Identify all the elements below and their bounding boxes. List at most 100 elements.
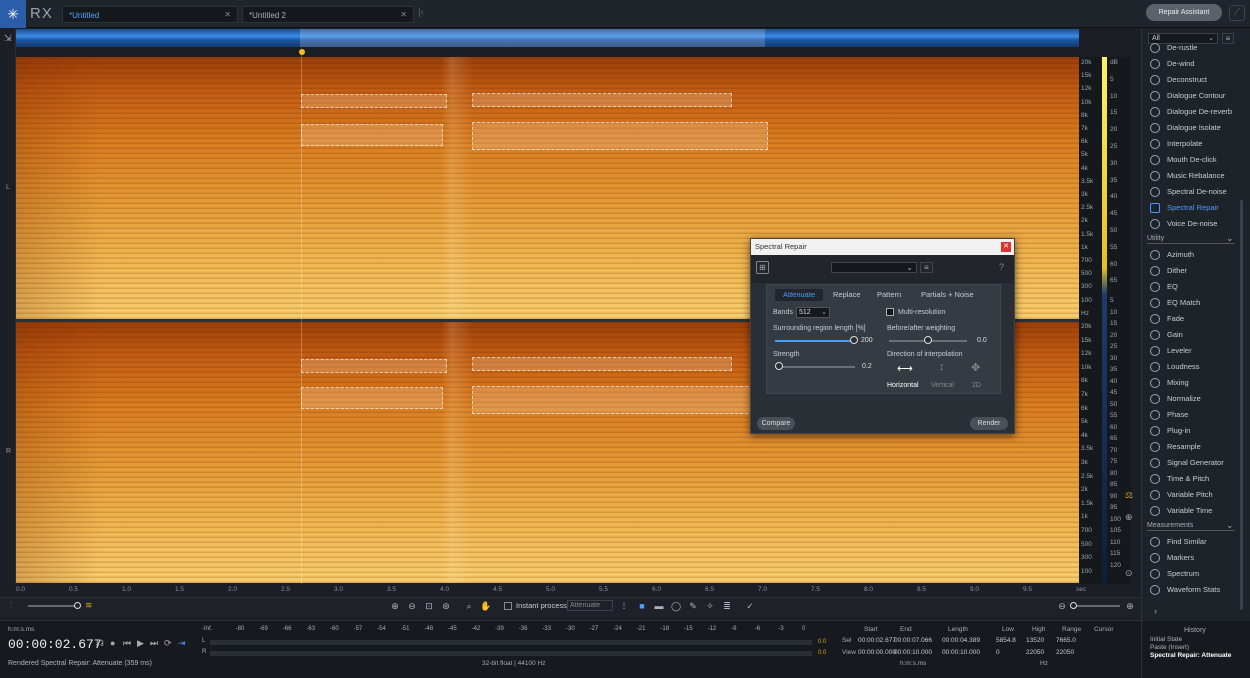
- record-icon[interactable]: ●: [110, 638, 115, 648]
- horizontal-arrow-icon[interactable]: ⟷: [897, 362, 913, 375]
- strength-knob[interactable]: [775, 362, 783, 370]
- instant-process-checkbox[interactable]: [504, 602, 512, 610]
- brush-icon[interactable]: ✎: [687, 600, 699, 612]
- spectral-selection[interactable]: [301, 387, 443, 409]
- zoom-slider-icon[interactable]: ⊙: [1125, 568, 1133, 579]
- tab-replace[interactable]: Replace: [825, 289, 869, 301]
- module-variable-pitch[interactable]: Variable Pitch: [1149, 488, 1239, 502]
- module-de-rustle[interactable]: De-rustle: [1149, 41, 1239, 55]
- history-item[interactable]: Initial State: [1150, 636, 1182, 643]
- module-spectrum[interactable]: Spectrum: [1149, 567, 1239, 581]
- preset-select[interactable]: ⌄: [831, 262, 917, 273]
- zoom-fit-icon[interactable]: ⊛: [440, 600, 452, 612]
- spectrogram-icon[interactable]: ≋: [85, 600, 93, 611]
- zoom-in-icon[interactable]: ⊕: [1124, 600, 1136, 612]
- expand-icon[interactable]: ›: [1154, 606, 1157, 616]
- close-icon[interactable]: ✕: [400, 10, 407, 19]
- module-normalize[interactable]: Normalize: [1149, 392, 1239, 406]
- spectral-selection[interactable]: [472, 386, 768, 414]
- spectral-selection[interactable]: [472, 122, 768, 150]
- module-mouth-de-click[interactable]: Mouth De-click: [1149, 153, 1239, 167]
- app-logo-icon[interactable]: ✳: [0, 0, 26, 28]
- before-after-value[interactable]: 0.0: [977, 337, 987, 344]
- module-gain[interactable]: Gain: [1149, 328, 1239, 342]
- tab-attenuate[interactable]: Attenuate: [775, 289, 824, 301]
- pencil-icon[interactable]: ✓: [744, 600, 756, 612]
- module-icon[interactable]: ⊞: [756, 261, 769, 274]
- module-fade[interactable]: Fade: [1149, 312, 1239, 326]
- surround-value[interactable]: 200: [861, 337, 873, 344]
- sel-value[interactable]: 13520: [1026, 637, 1044, 644]
- waveform-icon[interactable]: ⫶: [10, 600, 12, 611]
- frequency-select-icon[interactable]: ▬: [653, 600, 665, 612]
- surround-slider[interactable]: [775, 340, 855, 342]
- module-spectral-de-noise[interactable]: Spectral De-noise: [1149, 185, 1239, 199]
- spectral-selection[interactable]: [472, 93, 732, 107]
- spectral-selection[interactable]: [301, 359, 447, 373]
- magnify-icon[interactable]: ⌕: [463, 600, 475, 612]
- timeline-strip[interactable]: [16, 47, 1079, 57]
- zoom-knob[interactable]: [1070, 602, 1077, 609]
- loop-icon[interactable]: ⟳: [164, 638, 172, 649]
- headphones-icon[interactable]: ☊: [96, 638, 104, 649]
- view-value[interactable]: 00:00:00.000: [858, 649, 896, 656]
- close-icon[interactable]: ✕: [224, 10, 231, 19]
- module-de-wind[interactable]: De-wind: [1149, 57, 1239, 71]
- direction-2d[interactable]: 2D: [972, 382, 981, 389]
- strength-slider[interactable]: [775, 366, 855, 368]
- izotope-icon[interactable]: ⟋: [1229, 5, 1245, 21]
- measurements-header[interactable]: Measurements: [1147, 521, 1235, 531]
- chevron-down-icon[interactable]: ⌄: [1226, 520, 1234, 531]
- tab-untitled[interactable]: *Untitled ✕: [62, 6, 238, 23]
- collapse-icon[interactable]: ⇲: [4, 33, 12, 44]
- sel-value[interactable]: 7665.0: [1056, 637, 1076, 644]
- module-music-rebalance[interactable]: Music Rebalance: [1149, 169, 1239, 183]
- frequency-scale[interactable]: 20k 15k 12k 10k 8k 7k 6k 5k 4k 3.5k 3k 2.5k 2k 1.5k 1k…: [1079, 57, 1101, 584]
- bands-select[interactable]: 512 ⌄: [796, 307, 830, 318]
- module-time-pitch[interactable]: Time & Pitch: [1149, 472, 1239, 486]
- module-loudness[interactable]: Loudness: [1149, 360, 1239, 374]
- zoom-slider[interactable]: [1070, 605, 1120, 607]
- surround-knob[interactable]: [850, 336, 858, 344]
- play-icon[interactable]: ▶: [137, 638, 144, 649]
- history-item[interactable]: Paste (Insert): [1150, 644, 1189, 651]
- module-azimuth[interactable]: Azimuth: [1149, 248, 1239, 262]
- opacity-slider[interactable]: [28, 605, 78, 607]
- module-waveform-stats[interactable]: Waveform Stats: [1149, 583, 1239, 597]
- module-spectral-repair[interactable]: Spectral Repair: [1149, 201, 1239, 215]
- hand-icon[interactable]: ✋: [480, 600, 492, 612]
- module-voice-de-noise[interactable]: Voice De-noise: [1149, 217, 1239, 231]
- spectral-selection[interactable]: [472, 357, 732, 371]
- tab-partials-noise[interactable]: Partials + Noise: [913, 289, 982, 301]
- harmonic-select-icon[interactable]: ≣: [721, 600, 733, 612]
- compare-button[interactable]: Compare: [757, 417, 795, 430]
- zoom-in-icon[interactable]: ⊕: [389, 600, 401, 612]
- direction-vertical[interactable]: Vertical: [931, 382, 954, 389]
- multires-checkbox[interactable]: [886, 308, 894, 316]
- direction-horizontal[interactable]: Horizontal: [887, 382, 919, 389]
- module-variable-time[interactable]: Variable Time: [1149, 504, 1239, 518]
- chevron-down-icon[interactable]: ⌄: [1226, 233, 1234, 244]
- view-value[interactable]: 0: [996, 649, 1000, 656]
- preset-menu-icon[interactable]: ≡: [920, 262, 933, 273]
- zoom-out-icon[interactable]: ⊖: [406, 600, 418, 612]
- module-interpolate[interactable]: Interpolate: [1149, 137, 1239, 151]
- sel-value[interactable]: 00:00:07.066: [894, 637, 932, 644]
- module-plug-in[interactable]: Plug-in: [1149, 424, 1239, 438]
- module-resample[interactable]: Resample: [1149, 440, 1239, 454]
- module-phase[interactable]: Phase: [1149, 408, 1239, 422]
- history-item[interactable]: Spectral Repair: Attenuate: [1150, 652, 1231, 659]
- playhead-marker[interactable]: [299, 49, 305, 55]
- help-icon[interactable]: ?: [999, 262, 1004, 272]
- utility-header[interactable]: Utility: [1147, 234, 1235, 244]
- box-select-icon[interactable]: ■: [636, 600, 648, 612]
- tab-pattern[interactable]: Pattern: [869, 289, 909, 301]
- module-leveler[interactable]: Leveler: [1149, 344, 1239, 358]
- time-format-select[interactable]: h:m:s.ms: [8, 626, 34, 633]
- vertical-arrow-icon[interactable]: ↕: [939, 361, 945, 373]
- play-selection-icon[interactable]: ⏭: [150, 638, 158, 649]
- opacity-knob[interactable]: [74, 602, 81, 609]
- module-mixing[interactable]: Mixing: [1149, 376, 1239, 390]
- sidebar-scrollbar[interactable]: [1240, 200, 1243, 610]
- instant-mode-select[interactable]: Attenuate: [567, 600, 613, 611]
